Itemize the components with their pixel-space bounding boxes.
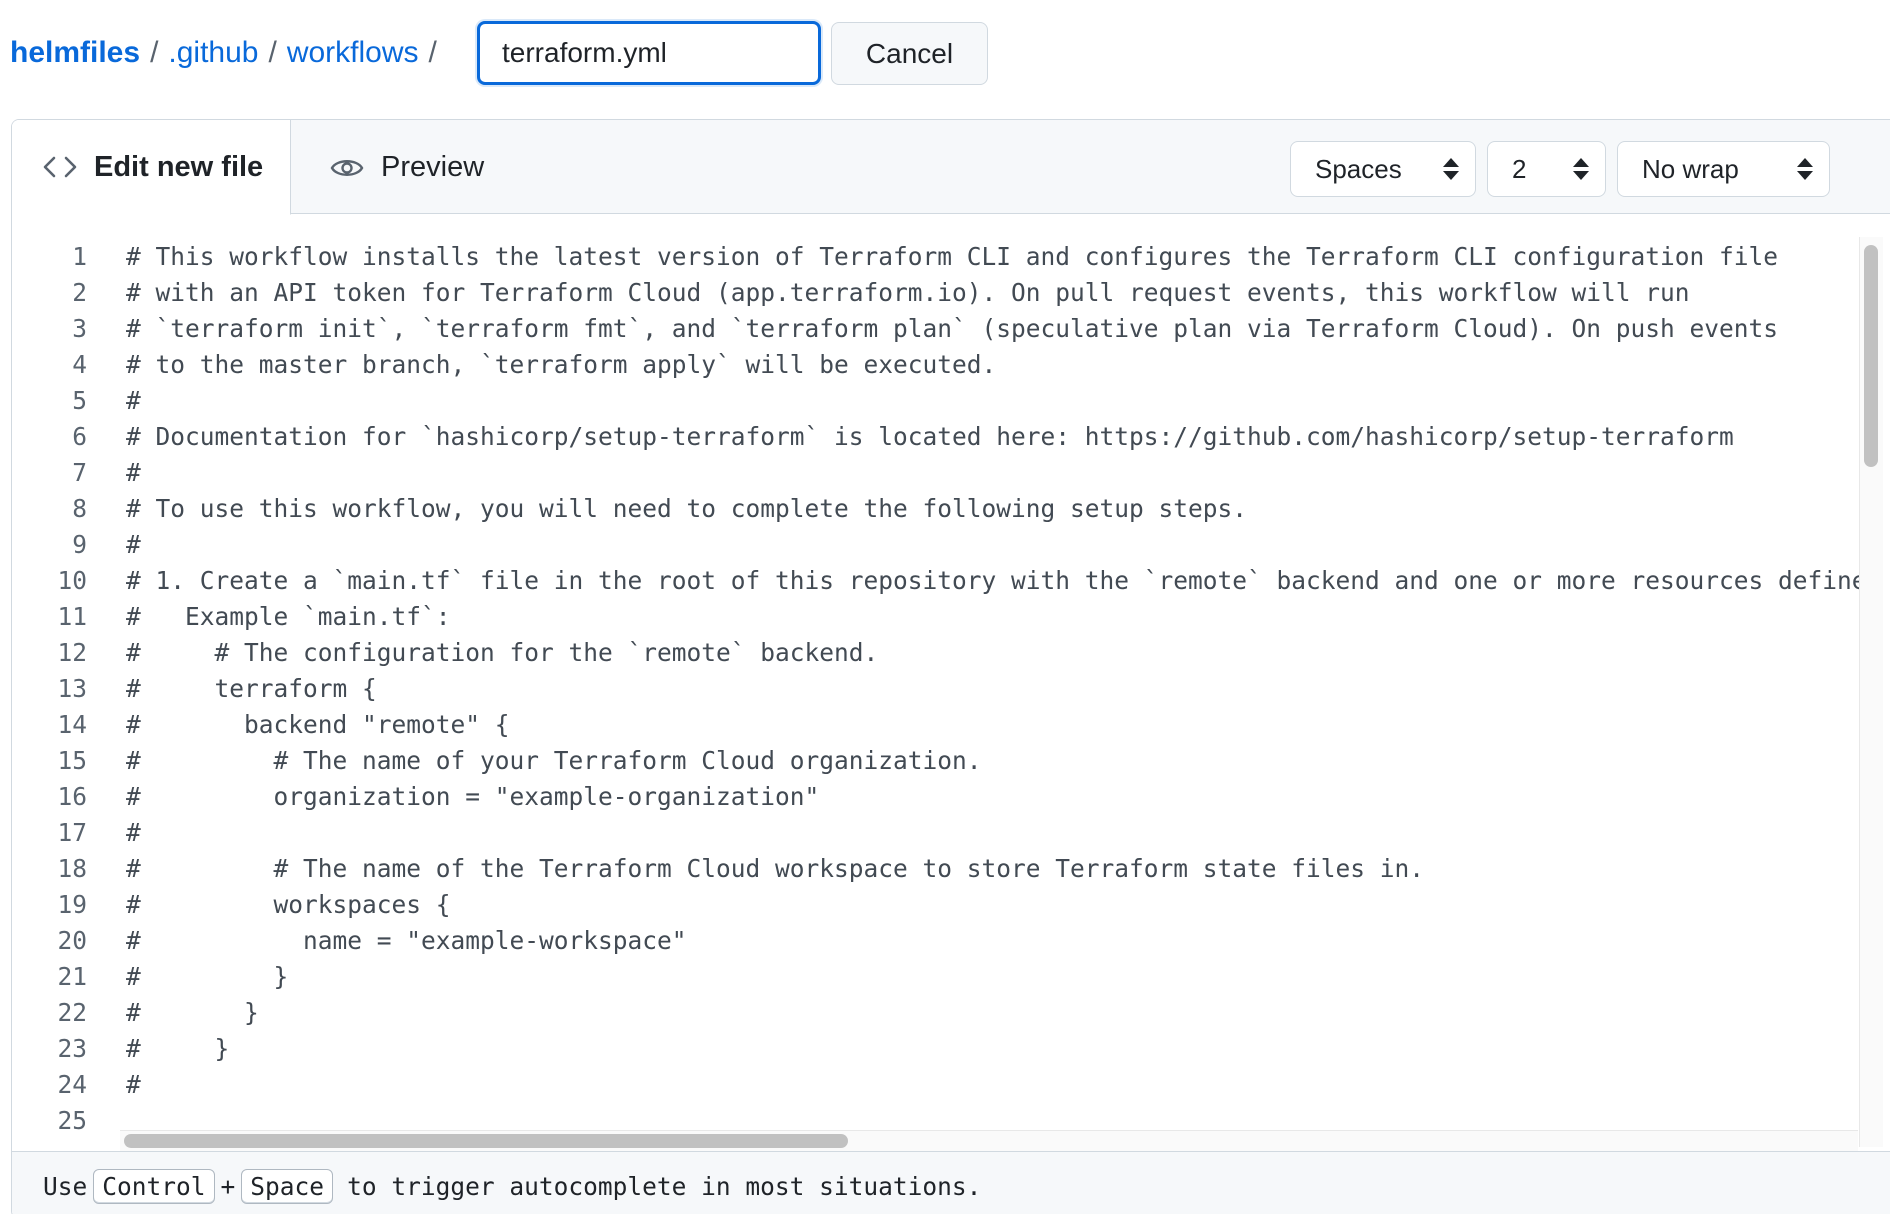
breadcrumb-separator: / <box>150 36 159 69</box>
line-text: # # The configuration for the `remote` b… <box>126 638 879 667</box>
indent-mode-select[interactable]: Spaces <box>1290 141 1476 197</box>
line-text: # workspaces { <box>126 890 451 919</box>
line-number: 6 <box>72 422 87 451</box>
line-number: 9 <box>72 530 87 559</box>
line-number: 7 <box>72 458 87 487</box>
line-number: 25 <box>57 1106 87 1135</box>
indent-size-value: 2 <box>1512 153 1527 184</box>
editor-tab-bar: Edit new file Preview Spaces 2 No wrap <box>12 120 1890 215</box>
line-text: # To use this workflow, you will need to… <box>126 494 1248 523</box>
line-text: # Documentation for `hashicorp/setup-ter… <box>126 422 1734 451</box>
line-number: 12 <box>57 638 87 667</box>
file-editor: Edit new file Preview Spaces 2 No wrap 1… <box>11 119 1890 1214</box>
line-text: # organization = "example-organization" <box>126 782 820 811</box>
hint-prefix: Use <box>43 1172 88 1201</box>
breadcrumb-github-link[interactable]: .github <box>168 36 258 70</box>
wrap-mode-value: No wrap <box>1642 153 1739 184</box>
select-arrows-icon <box>1573 158 1589 180</box>
autocomplete-hint: Use Control + Space to trigger autocompl… <box>12 1151 1890 1214</box>
line-text: # terraform { <box>126 674 377 703</box>
line-number: 1 <box>72 242 87 271</box>
line-text: # to the master branch, `terraform apply… <box>126 350 997 379</box>
line-text: # # The name of the Terraform Cloud work… <box>126 854 1425 883</box>
line-text: # backend "remote" { <box>126 710 510 739</box>
line-number: 21 <box>57 962 87 991</box>
code-icon <box>43 155 77 179</box>
line-number: 11 <box>57 602 87 631</box>
filename-input[interactable] <box>477 21 821 85</box>
line-text: # This workflow installs the latest vers… <box>126 242 1779 271</box>
tab-edit-label: Edit new file <box>94 150 264 183</box>
line-number: 13 <box>57 674 87 703</box>
wrap-mode-select[interactable]: No wrap <box>1617 141 1830 197</box>
code-editor[interactable]: 1 # This workflow installs the latest ver… <box>12 239 1862 1139</box>
line-text: # name = "example-workspace" <box>126 926 687 955</box>
line-number: 19 <box>57 890 87 919</box>
line-text: # <box>126 386 141 415</box>
line-number: 23 <box>57 1034 87 1063</box>
line-number: 2 <box>72 278 87 307</box>
line-number: 22 <box>57 998 87 1027</box>
select-arrows-icon <box>1797 158 1813 180</box>
hint-plus: + <box>220 1172 236 1201</box>
line-number: 3 <box>72 314 87 343</box>
line-text: # } <box>126 1034 230 1063</box>
line-number: 14 <box>57 710 87 739</box>
line-number: 20 <box>57 926 87 955</box>
line-text: # <box>126 530 141 559</box>
breadcrumb: helmfiles / .github / workflows / <box>10 20 447 86</box>
line-text: # # The name of your Terraform Cloud org… <box>126 746 982 775</box>
line-text: # <box>126 1070 141 1099</box>
line-text: # } <box>126 998 259 1027</box>
line-text: # Example `main.tf`: <box>126 602 451 631</box>
line-number: 24 <box>57 1070 87 1099</box>
indent-size-select[interactable]: 2 <box>1487 141 1606 197</box>
tab-preview-label: Preview <box>381 151 485 183</box>
line-number: 16 <box>57 782 87 811</box>
line-text: # `terraform init`, `terraform fmt`, and… <box>126 314 1779 343</box>
tab-edit-new-file[interactable]: Edit new file <box>12 120 291 215</box>
line-text: # <box>126 818 141 847</box>
line-number: 18 <box>57 854 87 883</box>
breadcrumb-separator: / <box>268 36 277 69</box>
line-text: # with an API token for Terraform Cloud … <box>126 278 1690 307</box>
line-text: # 1. Create a `main.tf` file in the root… <box>126 566 1862 595</box>
line-number: 10 <box>57 566 87 595</box>
vertical-scrollbar-thumb[interactable] <box>1864 245 1878 467</box>
select-arrows-icon <box>1443 158 1459 180</box>
line-number: 17 <box>57 818 87 847</box>
kbd-control: Control <box>93 1169 215 1204</box>
horizontal-scrollbar-thumb[interactable] <box>124 1134 848 1148</box>
cancel-button[interactable]: Cancel <box>831 22 988 85</box>
line-text: # <box>126 458 141 487</box>
line-number: 5 <box>72 386 87 415</box>
breadcrumb-separator: / <box>428 36 437 69</box>
eye-icon <box>330 155 364 181</box>
line-number: 4 <box>72 350 87 379</box>
line-text: # } <box>126 962 289 991</box>
line-number: 15 <box>57 746 87 775</box>
kbd-space: Space <box>241 1169 334 1204</box>
breadcrumb-repo-link[interactable]: helmfiles <box>10 36 140 70</box>
hint-suffix: to trigger autocomplete in most situatio… <box>347 1172 982 1201</box>
tab-preview[interactable]: Preview <box>330 120 484 215</box>
indent-mode-value: Spaces <box>1315 153 1402 184</box>
breadcrumb-workflows-link[interactable]: workflows <box>287 36 419 70</box>
line-number: 8 <box>72 494 87 523</box>
